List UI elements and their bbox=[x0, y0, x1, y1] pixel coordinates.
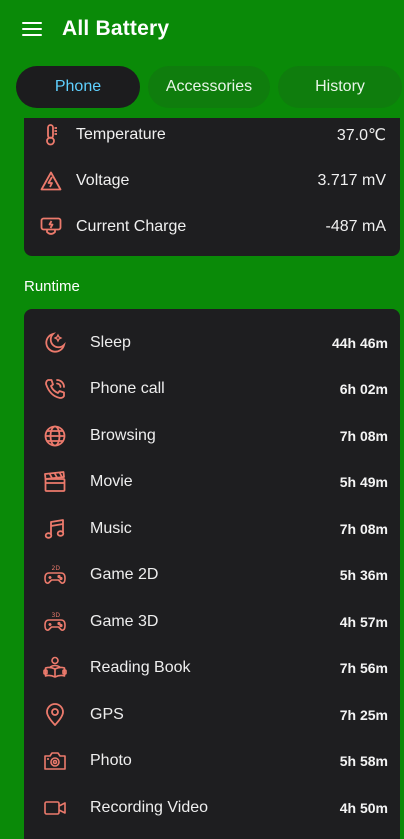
voltage-icon bbox=[40, 170, 62, 192]
info-row-voltage: Voltage 3.717 mV bbox=[24, 161, 400, 201]
runtime-row-reading-book: Reading Book 7h 56m bbox=[24, 645, 400, 691]
runtime-value: 7h 25m bbox=[339, 707, 388, 723]
charger-icon bbox=[40, 216, 62, 238]
runtime-value: 7h 08m bbox=[339, 428, 388, 444]
runtime-row-gps: GPS 7h 25m bbox=[24, 692, 400, 738]
runtime-label: Sleep bbox=[90, 334, 131, 351]
runtime-value: 7h 56m bbox=[339, 660, 388, 676]
location-pin-icon bbox=[42, 702, 68, 728]
runtime-row-sleep: Sleep 44h 46m bbox=[24, 320, 400, 366]
app-header: All Battery bbox=[0, 0, 404, 58]
tab-accessories[interactable]: Accessories bbox=[148, 66, 270, 108]
clapperboard-icon bbox=[42, 469, 68, 495]
reading-book-icon bbox=[42, 655, 68, 681]
runtime-row-phone-call: Phone call 6h 02m bbox=[24, 366, 400, 412]
battery-info-card: Temperature 37.0℃ Voltage 3.717 mV Curre… bbox=[24, 118, 400, 256]
svg-text:3D: 3D bbox=[52, 612, 61, 619]
runtime-section-label: Runtime bbox=[24, 278, 80, 295]
info-value: 37.0℃ bbox=[336, 127, 386, 144]
info-row-current-charge: Current Charge -487 mA bbox=[24, 207, 400, 247]
runtime-value: 44h 46m bbox=[331, 335, 388, 351]
runtime-row-game-2d: 2D Game 2D 5h 36m bbox=[24, 552, 400, 598]
runtime-value: 4h 57m bbox=[339, 614, 388, 630]
tab-phone[interactable]: Phone bbox=[16, 66, 140, 108]
info-label: Temperature bbox=[76, 126, 166, 143]
runtime-row-music: Music 7h 08m bbox=[24, 506, 400, 552]
runtime-label: Recording Video bbox=[90, 799, 209, 816]
runtime-label: Browsing bbox=[90, 427, 156, 444]
globe-icon bbox=[42, 423, 68, 449]
runtime-row-photo: Photo 5h 58m bbox=[24, 738, 400, 784]
runtime-value: 5h 58m bbox=[339, 753, 388, 769]
phone-call-icon bbox=[42, 376, 68, 402]
camera-icon bbox=[42, 748, 68, 774]
runtime-card: Sleep 44h 46m Phone call 6h 02m Browsing… bbox=[24, 309, 400, 839]
runtime-row-recording-video: Recording Video 4h 50m bbox=[24, 785, 400, 831]
gamepad-2d-icon: 2D bbox=[42, 562, 68, 588]
thermometer-icon bbox=[40, 124, 62, 146]
sleep-icon bbox=[42, 330, 68, 356]
page-title: All Battery bbox=[62, 17, 170, 40]
info-label: Current Charge bbox=[76, 218, 187, 235]
runtime-label: GPS bbox=[90, 706, 124, 723]
runtime-label: Game 3D bbox=[90, 613, 159, 630]
gamepad-3d-icon: 3D bbox=[42, 609, 68, 635]
runtime-label: Phone call bbox=[90, 380, 165, 397]
music-note-icon bbox=[42, 516, 68, 542]
runtime-row-game-3d: 3D Game 3D 4h 57m bbox=[24, 599, 400, 645]
hamburger-menu-icon[interactable] bbox=[22, 22, 42, 36]
runtime-row-browsing: Browsing 7h 08m bbox=[24, 413, 400, 459]
runtime-row-movie: Movie 5h 49m bbox=[24, 459, 400, 505]
info-label: Voltage bbox=[76, 172, 130, 189]
runtime-label: Music bbox=[90, 520, 132, 537]
video-camera-icon bbox=[42, 795, 68, 821]
svg-text:2D: 2D bbox=[52, 565, 61, 572]
runtime-label: Photo bbox=[90, 752, 132, 769]
info-value: -487 mA bbox=[325, 218, 386, 235]
tab-bar: Phone Accessories History bbox=[16, 66, 404, 110]
info-row-temperature: Temperature 37.0℃ bbox=[24, 115, 400, 155]
info-value: 3.717 mV bbox=[317, 172, 386, 189]
runtime-value: 5h 36m bbox=[339, 567, 388, 583]
tab-history[interactable]: History bbox=[278, 66, 402, 108]
app-screen: All Battery Phone Accessories History Te… bbox=[0, 0, 404, 839]
runtime-label: Reading Book bbox=[90, 659, 191, 676]
runtime-value: 4h 50m bbox=[339, 800, 388, 816]
runtime-value: 7h 08m bbox=[339, 521, 388, 537]
runtime-value: 5h 49m bbox=[339, 474, 388, 490]
runtime-label: Movie bbox=[90, 473, 133, 490]
runtime-label: Game 2D bbox=[90, 566, 159, 583]
runtime-value: 6h 02m bbox=[339, 381, 388, 397]
